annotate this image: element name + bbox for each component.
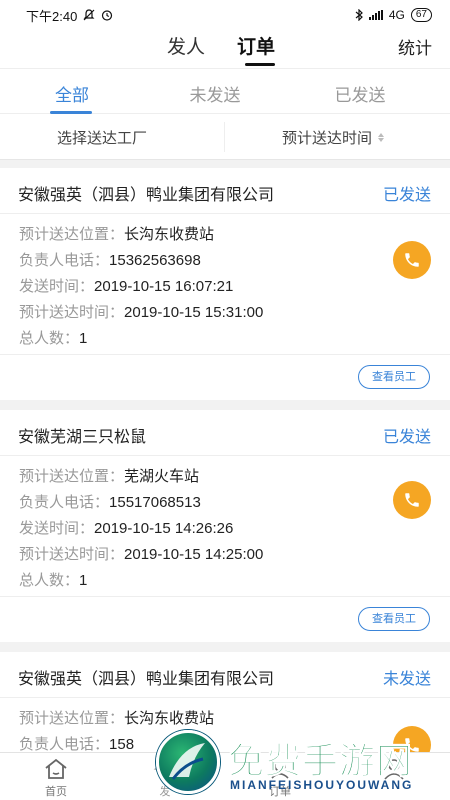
network-type: 4G: [388, 8, 405, 22]
send-time-row: 发送时间：2019-10-15 16:07:21: [19, 278, 263, 304]
send-time-label: 发送时间：: [19, 278, 95, 295]
order-card-header: 安徽强英（泗县）鸭业集团有限公司 未发送: [0, 652, 450, 698]
location-label: 预计送达位置：: [19, 710, 125, 727]
location-value: 芜湖火车站: [124, 468, 200, 485]
count-label: 总人数：: [19, 572, 80, 589]
send-time-label: 发送时间：: [19, 520, 95, 537]
watermark-title: 免费手游网: [227, 741, 414, 783]
tab-orders[interactable]: 订单: [237, 32, 275, 59]
status-badge: 未发送: [382, 671, 431, 688]
order-details: 预计送达位置：芜湖火车站 负责人电话：15517068513 发送时间：2019…: [19, 468, 263, 598]
send-time-value: 2019-10-15 14:26:26: [94, 520, 234, 537]
location-value: 长沟东收费站: [124, 226, 215, 243]
watermark-logo-mark: [169, 743, 205, 780]
send-time-row: 发送时间：2019-10-15 14:26:26: [19, 520, 263, 546]
tab-send-people[interactable]: 发人: [167, 32, 205, 59]
bottom-nav-home[interactable]: 首页: [26, 757, 86, 799]
order-card-header: 安徽芜湖三只松鼠 已发送: [0, 410, 450, 456]
order-card-footer: 查看员工: [0, 354, 450, 400]
tab-unsent[interactable]: 未发送: [165, 81, 265, 106]
eta-row: 预计送达时间：2019-10-15 15:31:00: [19, 304, 263, 330]
phone-value: 15517068513: [109, 494, 201, 511]
phone-label: 负责人电话：: [19, 494, 110, 511]
company-name: 安徽芜湖三只松鼠: [18, 429, 147, 446]
view-staff-button[interactable]: 查看员工: [358, 365, 430, 389]
filter-bar: 选择送达工厂 预计送达时间: [0, 114, 450, 160]
phone-icon: [405, 493, 419, 507]
eta-label: 预计送达时间：: [19, 546, 125, 563]
notification-off-icon: [83, 9, 95, 21]
order-card[interactable]: 安徽强英（泗县）鸭业集团有限公司 已发送 预计送达位置：长沟东收费站 负责人电话…: [0, 168, 450, 400]
location-value: 长沟东收费站: [124, 710, 215, 727]
phone-icon: [405, 253, 419, 267]
watermark: 免费手游网 MIANFEISHOUYOUWANG: [150, 728, 450, 798]
watermark-subtitle: MIANFEISHOUYOUWANG: [230, 778, 414, 792]
watermark-logo: [156, 730, 220, 794]
company-name: 安徽强英（泗县）鸭业集团有限公司: [18, 671, 275, 688]
tab-orders-indicator: [245, 63, 275, 66]
battery-icon: 67: [410, 8, 432, 22]
location-row: 预计送达位置：长沟东收费站: [19, 226, 263, 252]
statistics-button[interactable]: 统计: [398, 34, 432, 59]
count-row: 总人数：1: [19, 572, 263, 598]
home-icon: [45, 758, 67, 779]
view-staff-button[interactable]: 查看员工: [358, 607, 430, 631]
call-button[interactable]: [393, 241, 431, 279]
signal-icon: [368, 10, 383, 20]
company-name: 安徽强英（泗县）鸭业集团有限公司: [18, 187, 275, 204]
select-factory-filter[interactable]: 选择送达工厂: [57, 127, 147, 148]
eta-sort-filter[interactable]: 预计送达时间: [282, 127, 385, 148]
status-filter-tabs: 全部 未发送 已发送: [0, 68, 450, 114]
send-time-value: 2019-10-15 16:07:21: [94, 278, 234, 295]
count-value: 1: [79, 330, 88, 347]
bottom-nav-home-label: 首页: [45, 786, 67, 798]
call-button[interactable]: [393, 481, 431, 519]
tab-sent[interactable]: 已发送: [310, 81, 410, 106]
tab-all[interactable]: 全部: [22, 81, 122, 106]
phone-label: 负责人电话：: [19, 736, 110, 752]
order-card-header: 安徽强英（泗县）鸭业集团有限公司 已发送: [0, 168, 450, 214]
status-time: 下午2:40: [26, 8, 78, 24]
bluetooth-icon: [355, 9, 363, 21]
order-card[interactable]: 安徽芜湖三只松鼠 已发送 预计送达位置：芜湖火车站 负责人电话：15517068…: [0, 410, 450, 642]
location-label: 预计送达位置：: [19, 226, 125, 243]
location-label: 预计送达位置：: [19, 468, 125, 485]
order-details: 预计送达位置：长沟东收费站 负责人电话：15362563698 发送时间：201…: [19, 226, 263, 356]
count-value: 1: [79, 572, 88, 589]
count-row: 总人数：1: [19, 330, 263, 356]
phone-label: 负责人电话：: [19, 252, 110, 269]
top-nav: 发人 订单 统计: [0, 30, 450, 68]
order-card-footer: 查看员工: [0, 596, 450, 642]
eta-label: 预计送达时间：: [19, 304, 125, 321]
filter-divider: [224, 122, 225, 152]
status-badge: 已发送: [382, 429, 431, 446]
phone-value: 158: [109, 736, 135, 752]
phone-row: 负责人电话：15517068513: [19, 494, 263, 520]
eta-sort-label: 预计送达时间: [282, 130, 373, 147]
eta-row: 预计送达时间：2019-10-15 14:25:00: [19, 546, 263, 572]
phone-value: 15362563698: [109, 252, 201, 269]
phone-row: 负责人电话：15362563698: [19, 252, 263, 278]
sort-icon: [378, 133, 385, 142]
eta-value: 2019-10-15 14:25:00: [124, 546, 264, 563]
location-row: 预计送达位置：芜湖火车站: [19, 468, 263, 494]
status-badge: 已发送: [382, 187, 431, 204]
eta-value: 2019-10-15 15:31:00: [124, 304, 264, 321]
alarm-icon: [102, 10, 113, 21]
status-bar: 下午2:40 4G 67: [0, 0, 450, 30]
count-label: 总人数：: [19, 330, 80, 347]
